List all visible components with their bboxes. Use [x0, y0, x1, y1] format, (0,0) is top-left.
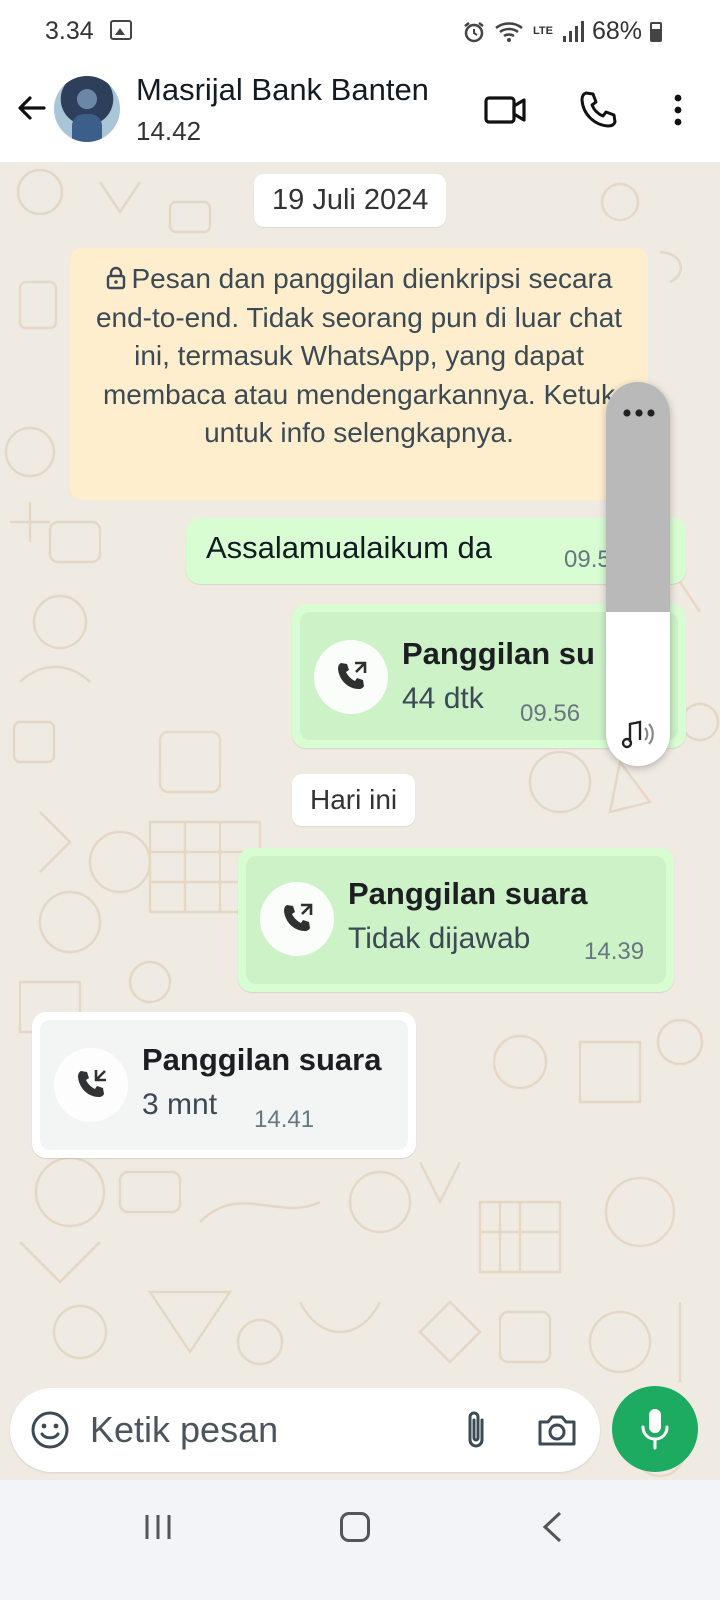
voice-record-button[interactable] [612, 1386, 698, 1472]
date-chip: 19 Juli 2024 [254, 174, 447, 227]
video-call-icon[interactable] [484, 88, 528, 132]
lock-icon [106, 266, 125, 290]
call-title: Panggilan suara [348, 876, 588, 911]
call-icon-circle [314, 640, 388, 714]
message-time: 14.41 [254, 1106, 315, 1133]
call-bubble-incoming[interactable]: Panggilan suara 3 mnt 14.41 [32, 1012, 416, 1158]
message-composer [10, 1388, 600, 1472]
call-title: Panggilan suara [142, 1042, 382, 1077]
status-time: 3.34 [45, 17, 94, 45]
camera-icon[interactable] [536, 1410, 578, 1450]
wifi-icon [495, 21, 523, 42]
call-card[interactable]: Panggilan suara 3 mnt 14.41 [40, 1020, 408, 1150]
status-icons: LTE 68% [462, 17, 662, 46]
volume-slider[interactable] [606, 382, 670, 766]
call-card[interactable]: Panggilan suara Tidak dijawab 14.39 [246, 856, 666, 984]
home-icon[interactable] [340, 1512, 370, 1542]
back-nav-icon[interactable] [540, 1510, 564, 1544]
emoji-icon[interactable] [30, 1410, 70, 1450]
voice-call-icon[interactable] [576, 88, 620, 132]
more-vert-icon[interactable] [656, 88, 700, 132]
volte-lte-icon: LTE [532, 25, 553, 37]
message-text: Assalamualaikum da [206, 530, 493, 565]
outgoing-call-icon [284, 903, 313, 931]
message-time: 09.56 [520, 700, 581, 727]
chat-header: Masrijal Bank Banten 14.42 [0, 62, 720, 162]
encryption-notice[interactable]: Pesan dan panggilan dienkripsi secara en… [70, 248, 648, 500]
back-arrow-icon[interactable] [14, 90, 50, 126]
call-icon-circle [54, 1048, 128, 1122]
incoming-call-icon [78, 1070, 106, 1097]
avatar[interactable] [54, 76, 120, 142]
call-duration: 3 mnt [142, 1088, 218, 1121]
signal-icon [562, 20, 584, 42]
recents-icon[interactable] [142, 1512, 174, 1542]
call-bubble-outgoing[interactable]: Panggilan suara Tidak dijawab 14.39 [238, 848, 674, 992]
call-icon-circle [260, 882, 334, 956]
date-chip: Hari ini [292, 774, 416, 826]
battery-percent: 68% [591, 17, 642, 45]
contact-name[interactable]: Masrijal Bank Banten [136, 72, 429, 108]
message-time: 14.39 [584, 938, 645, 965]
message-time: 09.5 [564, 546, 611, 573]
encryption-notice-text: Pesan dan panggilan dienkripsi secara en… [95, 263, 623, 448]
chat-area[interactable]: 19 Juli 2024 Pesan dan panggilan dienkri… [0, 162, 720, 1508]
attach-icon[interactable] [458, 1408, 494, 1452]
message-input[interactable] [90, 1406, 450, 1454]
gallery-notification-icon [110, 20, 132, 40]
alarm-icon [464, 21, 484, 42]
call-status: Tidak dijawab [348, 922, 531, 955]
outgoing-call-icon [338, 661, 367, 689]
status-bar: 3.34 LTE 68% [0, 0, 720, 62]
mic-icon [641, 1409, 669, 1450]
system-nav-bar [0, 1480, 720, 1600]
call-duration: 44 dtk [402, 682, 484, 715]
speaker-music-icon [621, 720, 654, 749]
battery-icon [650, 21, 662, 42]
more-dots-icon[interactable] [622, 408, 656, 418]
last-seen: 14.42 [136, 116, 202, 146]
call-title: Panggilan su [402, 636, 595, 671]
